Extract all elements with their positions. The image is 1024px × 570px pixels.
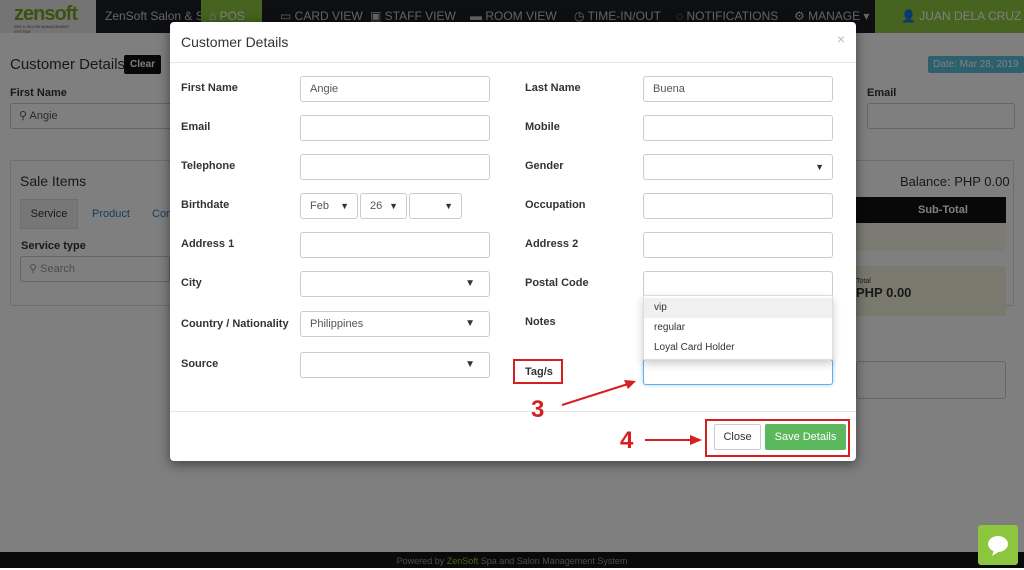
arrow-3 [561,383,629,406]
annotation-arrows [561,380,702,445]
step-3-label: 3 [531,396,545,423]
arrowhead-icon [690,435,702,445]
step-4-label: 4 [620,427,634,454]
